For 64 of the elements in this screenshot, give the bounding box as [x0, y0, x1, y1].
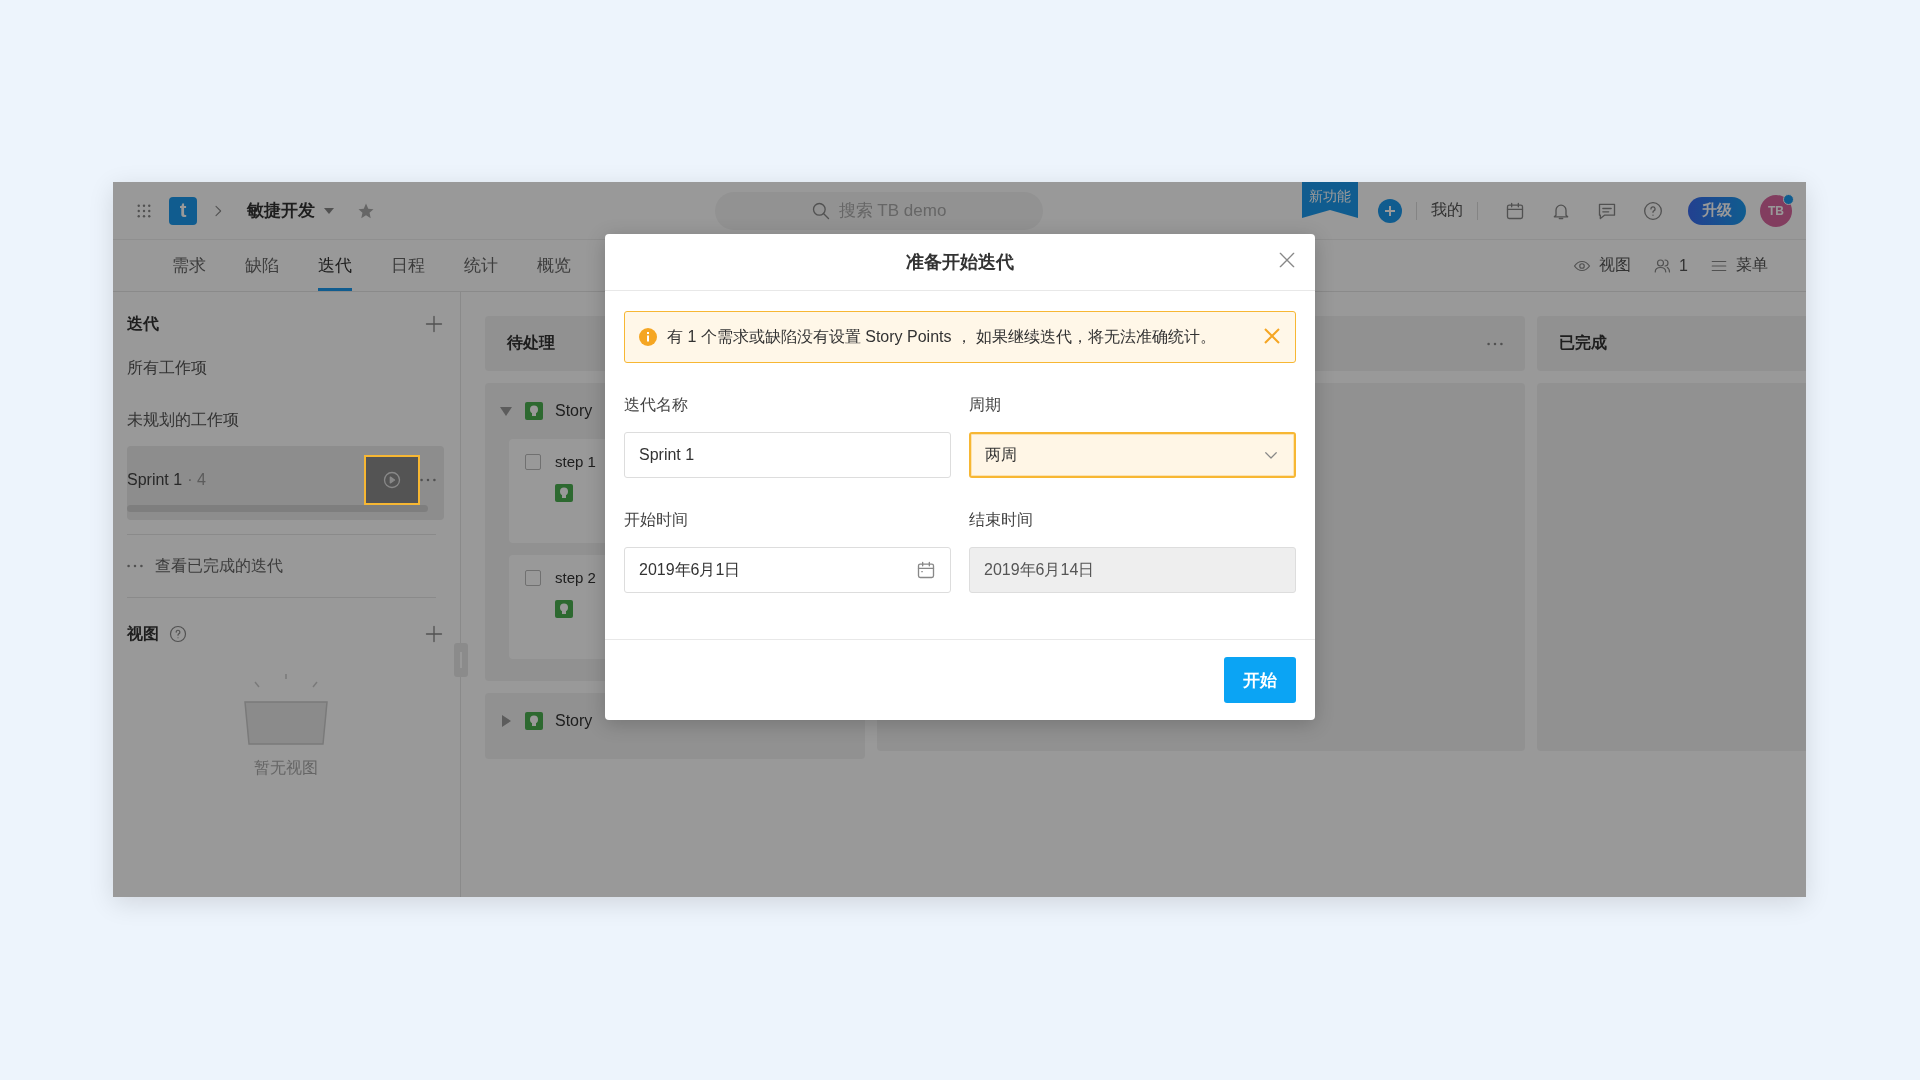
- period-select[interactable]: 两周: [969, 432, 1296, 478]
- calendar-icon: [1505, 200, 1525, 221]
- info-icon: [639, 328, 657, 346]
- story-title[interactable]: Story: [555, 712, 593, 730]
- name-input[interactable]: Sprint 1: [624, 432, 951, 478]
- completed-sprints-link[interactable]: 查看已完成的迭代: [127, 535, 283, 597]
- sidebar-item[interactable]: 未规划的工作项: [127, 394, 444, 446]
- story-icon: [525, 712, 543, 730]
- story-title[interactable]: Story: [555, 402, 593, 420]
- nav-tab[interactable]: 日程: [391, 240, 425, 291]
- story-icon: [555, 600, 573, 618]
- menu-button[interactable]: 菜单: [1710, 255, 1768, 276]
- task-checkbox[interactable]: [525, 453, 541, 470]
- plus-icon: [424, 314, 444, 334]
- start-sprint-button[interactable]: [364, 454, 420, 505]
- nav-tab[interactable]: 概览: [537, 240, 571, 291]
- task-title: step 1: [555, 453, 596, 470]
- sprint-name: Sprint 1: [127, 470, 183, 489]
- story-icon: [555, 484, 573, 502]
- more-icon[interactable]: [420, 477, 436, 482]
- triangle-down-icon[interactable]: [499, 404, 513, 418]
- calendar-icon: [916, 560, 936, 580]
- plus-icon: [1384, 204, 1396, 217]
- nav-tab[interactable]: 统计: [464, 240, 498, 291]
- plus-icon: [424, 624, 444, 644]
- help-icon: [1643, 200, 1663, 221]
- nav-tab[interactable]: 缺陷: [245, 240, 279, 291]
- date-field: 2019年6月14日: [969, 547, 1296, 593]
- field-label: 结束时间: [969, 510, 1034, 530]
- user-avatar[interactable]: TB: [1760, 194, 1792, 227]
- add-button[interactable]: [1378, 198, 1402, 223]
- upgrade-button[interactable]: 升级: [1688, 196, 1746, 225]
- view-button[interactable]: 视图: [1573, 255, 1632, 276]
- my-link[interactable]: 我的: [1431, 200, 1463, 221]
- close-icon: [1277, 250, 1297, 270]
- help-icon: [169, 625, 187, 643]
- task-checkbox[interactable]: [525, 569, 541, 586]
- column-title: 已完成: [1559, 333, 1607, 353]
- caret-icon: [323, 206, 335, 215]
- column-title: 待处理: [507, 333, 555, 353]
- sidebar-item[interactable]: 所有工作项: [127, 342, 444, 394]
- field-label: 迭代名称: [624, 395, 689, 415]
- warning-text: 有 1 个需求或缺陷没有设置 Story Points ， 如果继续迭代，将无法准确统计。: [667, 326, 1218, 347]
- nav-tab[interactable]: 需求: [172, 240, 206, 291]
- task-title: step 2: [555, 569, 596, 586]
- field-label: 周期: [969, 395, 1002, 415]
- triangle-right-icon[interactable]: [499, 714, 513, 728]
- nav-tab[interactable]: 迭代: [318, 240, 352, 291]
- section-title: 视图: [127, 623, 159, 644]
- start-button[interactable]: 开始: [1224, 657, 1296, 703]
- members-button[interactable]: 1: [1653, 256, 1688, 275]
- new-feature-ribbon[interactable]: 新功能: [1302, 182, 1358, 218]
- dialog-title: 准备开始迭代: [906, 251, 1014, 274]
- date-field[interactable]: 2019年6月1日: [624, 547, 951, 593]
- search-icon: [810, 200, 831, 221]
- play-icon: [382, 469, 402, 490]
- field-label: 开始时间: [624, 510, 689, 530]
- more-icon[interactable]: [1487, 341, 1503, 346]
- more-icon[interactable]: [127, 564, 143, 568]
- story-icon: [525, 402, 543, 420]
- people-icon: [1653, 256, 1672, 275]
- section-title: 迭代: [127, 313, 159, 334]
- project-name[interactable]: 敏捷开发: [247, 199, 315, 222]
- app-logo[interactable]: t: [169, 196, 197, 225]
